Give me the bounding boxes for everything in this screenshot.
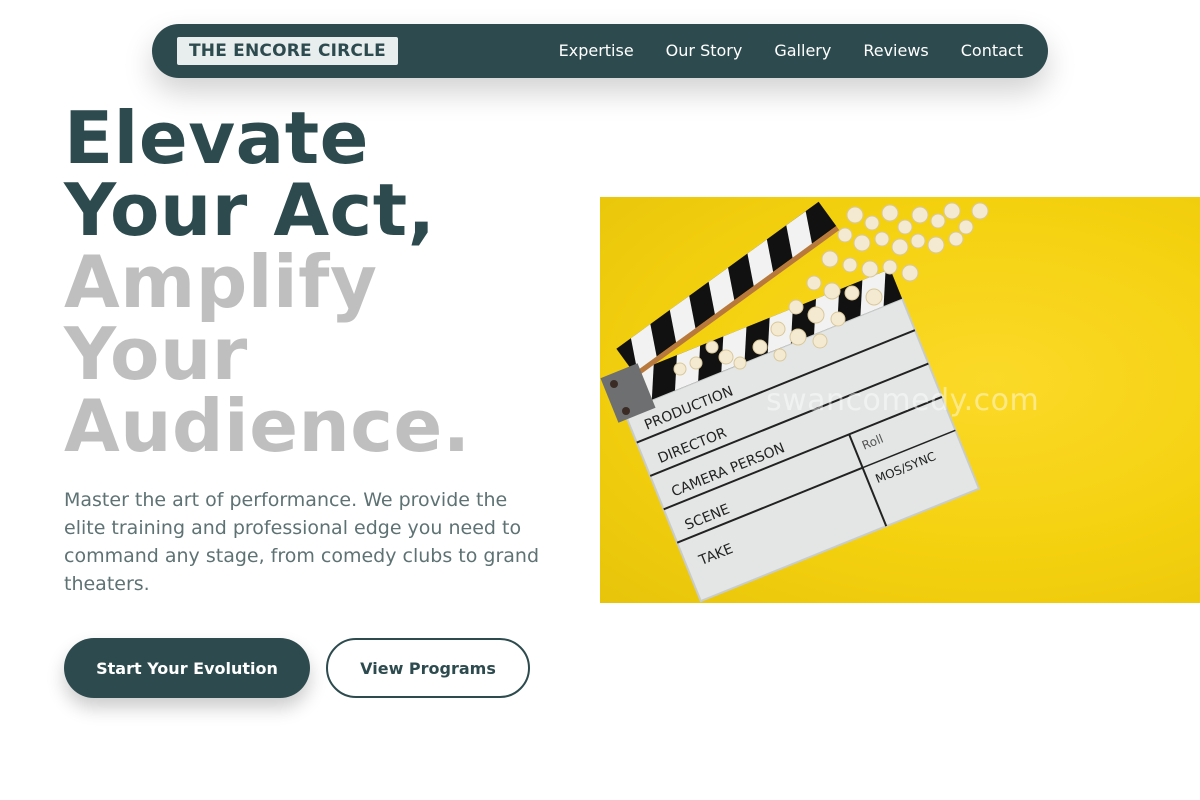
site-logo[interactable]: THE ENCORE CIRCLE	[177, 37, 398, 65]
hero-image-clapboard: PRODUCTION DIRECTOR CAMERA PERSON SCENE …	[600, 197, 1200, 603]
nav-link-expertise[interactable]: Expertise	[559, 41, 634, 61]
headline-line-2: Your Act,	[64, 168, 436, 252]
headline-line-5: Audience.	[64, 384, 471, 468]
nav-link-gallery[interactable]: Gallery	[774, 41, 831, 61]
nav-links: Expertise Our Story Gallery Reviews Cont…	[559, 41, 1023, 61]
nav-link-our-story[interactable]: Our Story	[666, 41, 743, 61]
top-navbar: THE ENCORE CIRCLE Expertise Our Story Ga…	[152, 24, 1048, 78]
nav-link-contact[interactable]: Contact	[961, 41, 1023, 61]
start-evolution-button[interactable]: Start Your Evolution	[64, 638, 310, 698]
hero-subtitle: Master the art of performance. We provid…	[64, 489, 540, 595]
view-programs-button[interactable]: View Programs	[326, 638, 530, 698]
headline-line-3: Amplify	[64, 240, 378, 324]
headline-line-1: Elevate	[64, 96, 369, 180]
headline-line-4: Your	[64, 312, 248, 396]
hero-headline: Elevate Your Act, Amplify Your Audience.	[64, 102, 584, 462]
nav-link-reviews[interactable]: Reviews	[863, 41, 928, 61]
image-watermark: swancomedy.com	[766, 383, 1040, 418]
